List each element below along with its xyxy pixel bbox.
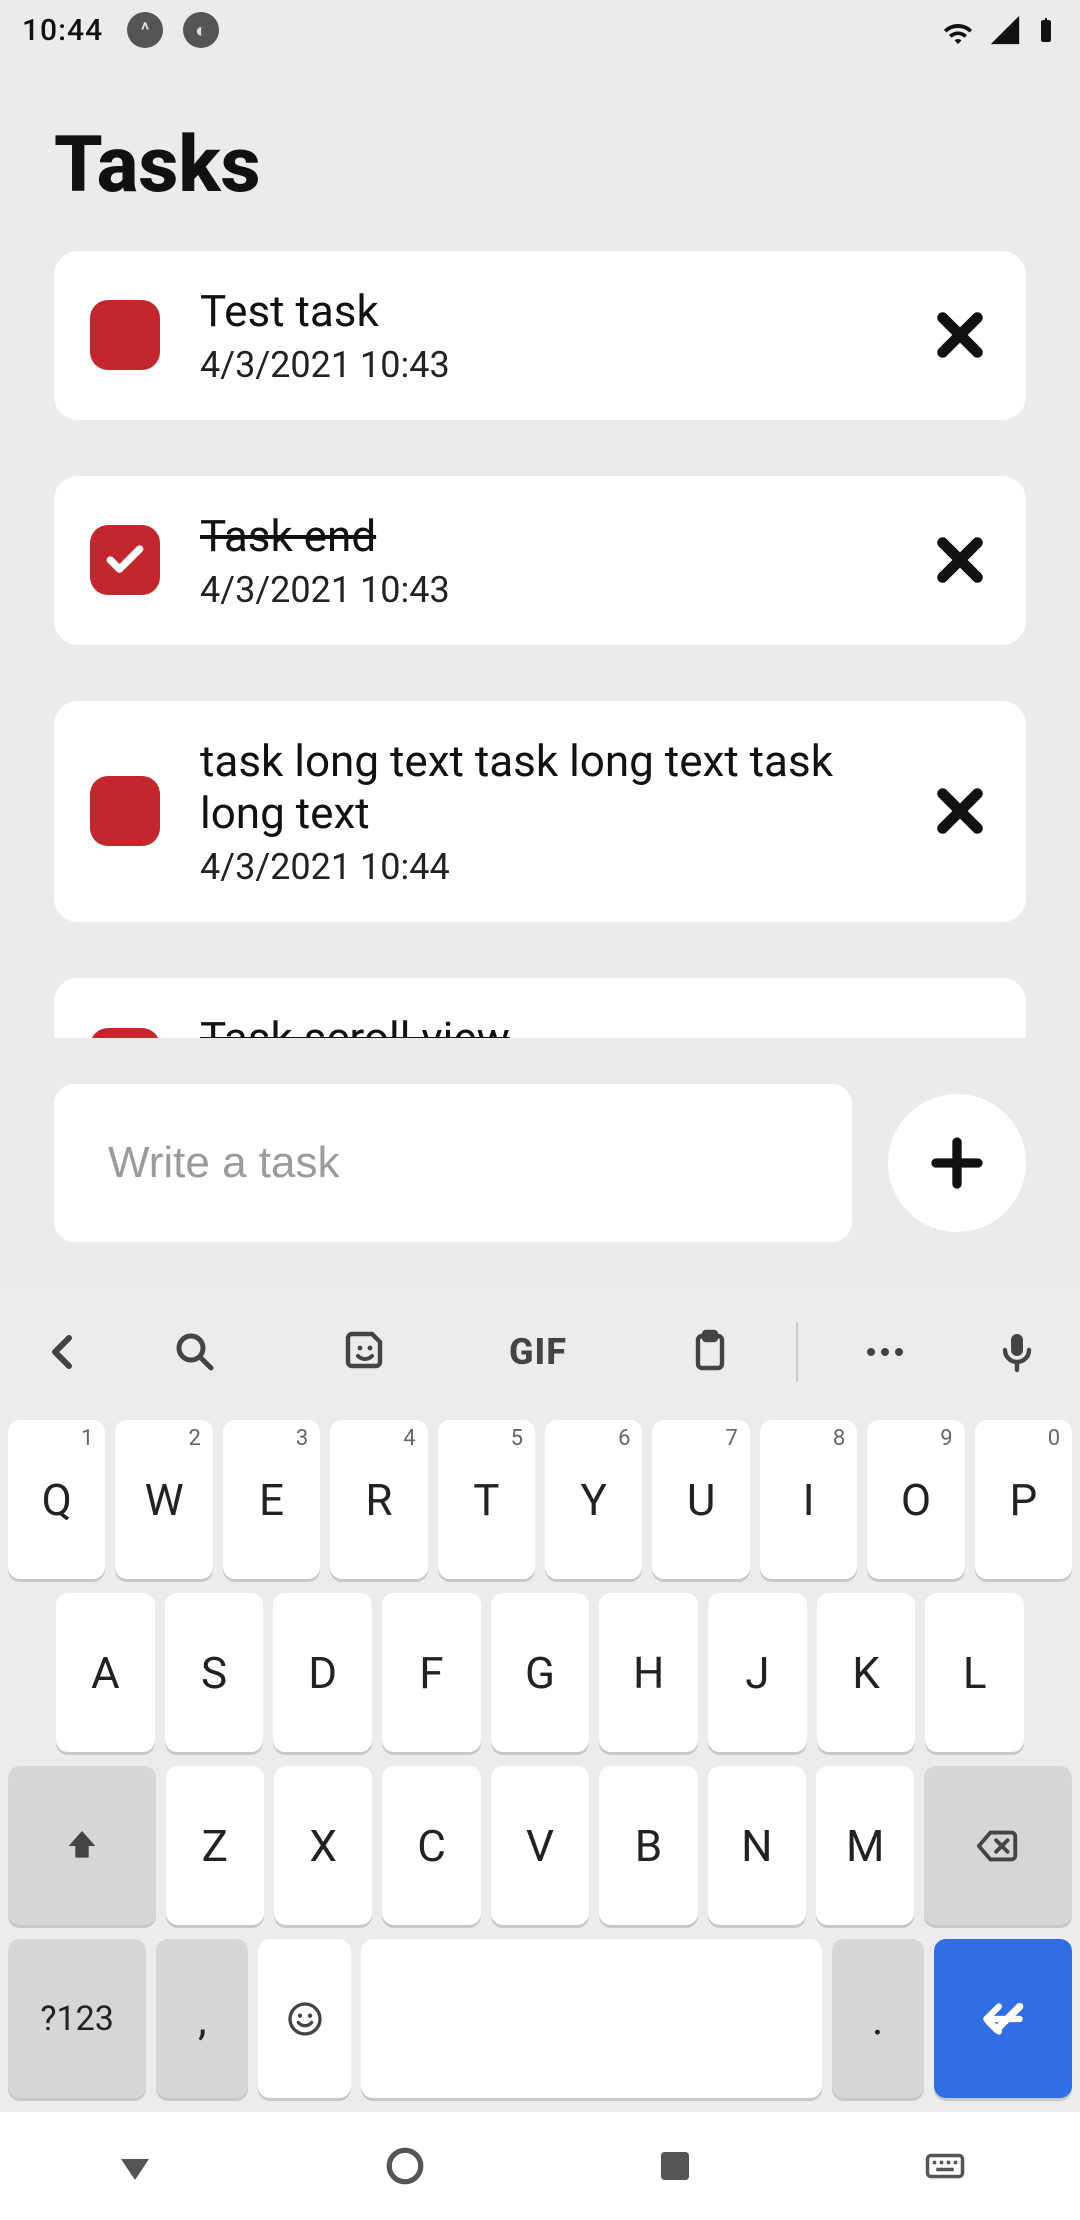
key-p[interactable]: P0 [975, 1420, 1072, 1579]
key-f[interactable]: F [382, 1593, 481, 1752]
task-row[interactable]: task long text task long text task long … [54, 701, 1026, 923]
key-superscript: 4 [403, 1426, 415, 1451]
key-e[interactable]: E3 [223, 1420, 320, 1579]
key-comma[interactable]: , [156, 1939, 248, 2098]
key-superscript: 7 [725, 1426, 737, 1451]
key-d[interactable]: D [273, 1593, 372, 1752]
keyboard-sticker-button[interactable] [282, 1292, 452, 1412]
task-delete-button[interactable] [930, 781, 990, 841]
task-row[interactable]: Test task 4/3/2021 10:43 [54, 251, 1026, 420]
key-u[interactable]: U7 [652, 1420, 749, 1579]
nav-home-button[interactable] [325, 2145, 485, 2187]
system-navigation-bar [0, 2112, 1080, 2220]
task-title: Task scroll view [200, 1012, 890, 1038]
task-date: 4/3/2021 10:43 [200, 569, 890, 611]
status-bar: 10:44 ^ ◐ [0, 0, 1080, 60]
key-h[interactable]: H [599, 1593, 698, 1752]
key-t[interactable]: T5 [438, 1420, 535, 1579]
key-a[interactable]: A [56, 1593, 155, 1752]
notification-icon: ^ [127, 12, 163, 48]
key-o[interactable]: O9 [867, 1420, 964, 1579]
key-q[interactable]: Q1 [8, 1420, 105, 1579]
task-title: Test task [200, 285, 890, 338]
task-input[interactable] [108, 1138, 798, 1188]
divider [796, 1322, 798, 1382]
key-superscript: 5 [511, 1426, 523, 1451]
key-symbols[interactable]: ?123 [8, 1939, 146, 2098]
signal-icon [988, 13, 1022, 47]
key-i[interactable]: I8 [760, 1420, 857, 1579]
task-date: 4/3/2021 10:43 [200, 344, 890, 386]
task-checkbox[interactable] [90, 525, 160, 595]
wifi-icon [940, 12, 976, 48]
key-n[interactable]: N [708, 1766, 806, 1925]
key-emoji[interactable] [258, 1939, 350, 2098]
key-k[interactable]: K [817, 1593, 916, 1752]
task-list: Test task 4/3/2021 10:43 Task end 4/3/20… [54, 251, 1026, 1038]
task-row[interactable]: Task scroll view 4/3/2021 10:44 [54, 978, 1026, 1038]
task-checkbox[interactable] [90, 300, 160, 370]
task-title: task long text task long text task long … [200, 735, 890, 841]
task-title: Task end [200, 510, 890, 563]
key-j[interactable]: J [708, 1593, 807, 1752]
key-c[interactable]: C [382, 1766, 480, 1925]
key-s[interactable]: S [165, 1593, 264, 1752]
key-b[interactable]: B [599, 1766, 697, 1925]
status-notification-icons: ^ ◐ [127, 12, 219, 48]
key-shift[interactable] [8, 1766, 156, 1925]
task-date: 4/3/2021 10:44 [200, 846, 890, 888]
task-delete-button[interactable] [930, 530, 990, 590]
keyboard-toolbar: GIF [0, 1292, 1080, 1412]
keyboard-gif-button[interactable]: GIF [453, 1292, 623, 1412]
key-superscript: 6 [618, 1426, 630, 1451]
keyboard-search-button[interactable] [110, 1292, 280, 1412]
add-task-button[interactable] [888, 1094, 1026, 1232]
status-time: 10:44 [22, 13, 103, 48]
nav-recents-button[interactable] [595, 2145, 755, 2187]
keyboard: GIF Q1W2E3R4T5Y6U7I8O9P0 ASDFGHJKL ZXCVB… [0, 1292, 1080, 2112]
key-period[interactable]: . [832, 1939, 924, 2098]
key-superscript: 1 [81, 1426, 93, 1451]
task-row[interactable]: Task end 4/3/2021 10:43 [54, 476, 1026, 645]
task-checkbox[interactable] [90, 1028, 160, 1038]
key-z[interactable]: Z [166, 1766, 264, 1925]
key-m[interactable]: M [816, 1766, 914, 1925]
key-superscript: 9 [940, 1426, 952, 1451]
key-x[interactable]: X [274, 1766, 372, 1925]
keyboard-more-button[interactable] [800, 1292, 970, 1412]
key-w[interactable]: W2 [115, 1420, 212, 1579]
keyboard-mic-button[interactable] [972, 1292, 1062, 1412]
key-space[interactable] [361, 1939, 822, 2098]
key-l[interactable]: L [925, 1593, 1024, 1752]
key-superscript: 0 [1048, 1426, 1060, 1451]
key-backspace[interactable] [924, 1766, 1072, 1925]
key-superscript: 3 [296, 1426, 308, 1451]
key-g[interactable]: G [491, 1593, 590, 1752]
task-delete-button[interactable] [930, 305, 990, 365]
battery-icon [1034, 10, 1058, 50]
keyboard-collapse-button[interactable] [18, 1292, 108, 1412]
key-y[interactable]: Y6 [545, 1420, 642, 1579]
key-superscript: 8 [833, 1426, 845, 1451]
task-checkbox[interactable] [90, 776, 160, 846]
key-superscript: 2 [188, 1426, 200, 1451]
key-r[interactable]: R4 [330, 1420, 427, 1579]
key-v[interactable]: V [491, 1766, 589, 1925]
task-input-container[interactable] [54, 1084, 852, 1242]
key-enter[interactable] [934, 1939, 1072, 2098]
page-title: Tasks [54, 120, 1026, 211]
nav-back-button[interactable] [55, 2145, 215, 2187]
notification-icon: ◐ [183, 12, 219, 48]
keyboard-clipboard-button[interactable] [625, 1292, 795, 1412]
nav-keyboard-switch-button[interactable] [865, 2145, 1025, 2187]
